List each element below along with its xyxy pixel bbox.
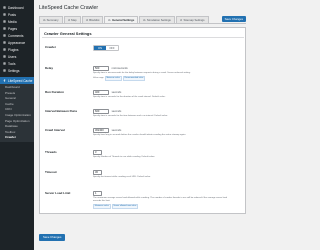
wrench-icon (3, 62, 6, 65)
sidebar-item-users[interactable]: Users (0, 53, 34, 60)
plugin-icon (3, 48, 6, 51)
sidebar-submenu: Dashboard Presets General Cache CDN Image Opt… (0, 84, 34, 142)
section-title: Crawler General Settings (42, 30, 244, 38)
main-content: LiteSpeed Cache Crawler Summary Map Blockl… (34, 0, 250, 250)
sidebar-item-media[interactable]: Media (0, 18, 34, 25)
unit-label: microseconds (111, 67, 128, 71)
sidebar-item-label: Comments (8, 33, 24, 38)
save-changes-button[interactable]: Save Changes (39, 234, 66, 241)
sidebar-item-label: Users (8, 54, 17, 59)
tab-summary[interactable]: Summary (39, 16, 63, 23)
sidebar-item-label: Tools (8, 61, 16, 66)
timeout-input[interactable]: 30 (93, 170, 102, 176)
submenu-item-image-optimization[interactable]: Image Optimization (0, 113, 34, 119)
setting-label: Timeout (45, 170, 57, 174)
sidebar-item-label: Plugins (8, 47, 19, 52)
setting-label: Interval Between Runs (45, 109, 78, 113)
sidebar-item-comments[interactable]: Comments (0, 32, 34, 39)
sidebar-item-label: Dashboard (8, 5, 24, 10)
sidebar-item-tools[interactable]: Tools (0, 60, 34, 67)
submenu-item-crawler[interactable]: Crawler (0, 135, 34, 141)
value-tag: Minimum value (104, 76, 122, 81)
comment-icon (3, 34, 6, 37)
tab-blocklist[interactable]: Blocklist (81, 16, 104, 23)
sidebar-item-posts[interactable]: Posts (0, 11, 34, 18)
tab-simulation-settings[interactable]: Simulation Settings (139, 16, 175, 23)
sidebar-item-label: Settings (8, 68, 20, 73)
gear-icon (85, 18, 89, 22)
dashboard-icon (3, 6, 6, 9)
toggle-on-option[interactable]: ON (94, 46, 106, 50)
sidebar-item-label: Appearance (8, 40, 26, 45)
litespeed-icon (3, 79, 6, 82)
gear-icon (43, 18, 46, 22)
settings-icon (3, 69, 6, 72)
setting-description: Specify the timeout while crawling each … (93, 176, 151, 179)
tags-label: Value range (93, 77, 104, 80)
run-duration-input[interactable]: 400 (93, 90, 109, 96)
value-tag: Maximum value (93, 204, 111, 209)
toggle-off-option[interactable]: OFF (106, 46, 118, 50)
setting-description: Specify time in seconds for the time bet… (93, 115, 168, 118)
user-icon (3, 55, 6, 58)
setting-description: The maximum average server load allowed … (93, 197, 227, 203)
delay-input[interactable]: 500 (93, 66, 109, 72)
unit-label: seconds (111, 129, 122, 133)
tab-general-settings[interactable]: General Settings (104, 16, 139, 23)
sidebar-item-label: Pages (8, 26, 18, 31)
setting-description: Specify Number of Threads to use while c… (93, 156, 155, 159)
setting-description: Specify time in seconds for the duration… (93, 96, 166, 99)
gear-icon (108, 18, 111, 22)
gear-icon (143, 18, 146, 22)
server-load-limit-input[interactable]: 1 (93, 191, 102, 197)
settings-panel: Crawler General Settings Crawler ON OFF … (39, 27, 246, 214)
setting-label: Delay (45, 66, 54, 70)
page-title: LiteSpeed Cache Crawler (39, 5, 99, 11)
brush-icon (3, 41, 6, 44)
unit-label: seconds (111, 91, 122, 95)
tab-bar: Summary Map Blocklist General Settings Simul… (39, 16, 209, 23)
sidebar-item-litespeed-cache[interactable]: LiteSpeed Cache (0, 77, 34, 84)
setting-label: Crawl Interval (45, 128, 65, 132)
admin-sidebar: Dashboard Posts Media Pages Comments Appearan… (0, 0, 34, 250)
sidebar-item-dashboard[interactable]: Dashboard (0, 4, 34, 11)
sidebar-item-label: Posts (8, 12, 16, 17)
setting-label: Run Duration (45, 90, 64, 94)
sidebar-item-plugins[interactable]: Plugins (0, 46, 34, 53)
interval-between-runs-input[interactable]: 600 (93, 109, 109, 115)
sidebar-item-label: Media (8, 19, 17, 24)
crawl-interval-input[interactable]: 302400 (93, 128, 109, 134)
sidebar-item-pages[interactable]: Pages (0, 25, 34, 32)
setting-label: Crawler (45, 45, 57, 49)
page-icon (3, 27, 6, 30)
threads-input[interactable]: 3 (93, 150, 102, 156)
setting-description: Specify time in microseconds for the del… (93, 72, 191, 75)
pin-icon (3, 13, 6, 16)
setting-label: Server Load Limit (45, 191, 71, 195)
tab-sitemap-settings[interactable]: Sitemap Settings (175, 16, 209, 23)
gear-icon (67, 18, 71, 22)
sidebar-item-label: LiteSpeed Cache (8, 78, 33, 83)
save-changes-button-top[interactable]: Save Changes (221, 15, 246, 22)
sidebar-item-appearance[interactable]: Appearance (0, 39, 34, 46)
crawler-toggle[interactable]: ON OFF (93, 45, 119, 51)
setting-description: Specify how long in seconds before the c… (93, 134, 186, 137)
gear-icon (180, 18, 183, 22)
tab-map[interactable]: Map (63, 16, 81, 23)
value-tag: Server allowed max value (111, 204, 139, 209)
setting-label: Threads (45, 150, 57, 154)
media-icon (3, 20, 6, 23)
value-tag: Recommended value (122, 76, 146, 81)
sidebar-item-settings[interactable]: Settings (0, 67, 34, 74)
unit-label: seconds (111, 110, 122, 114)
